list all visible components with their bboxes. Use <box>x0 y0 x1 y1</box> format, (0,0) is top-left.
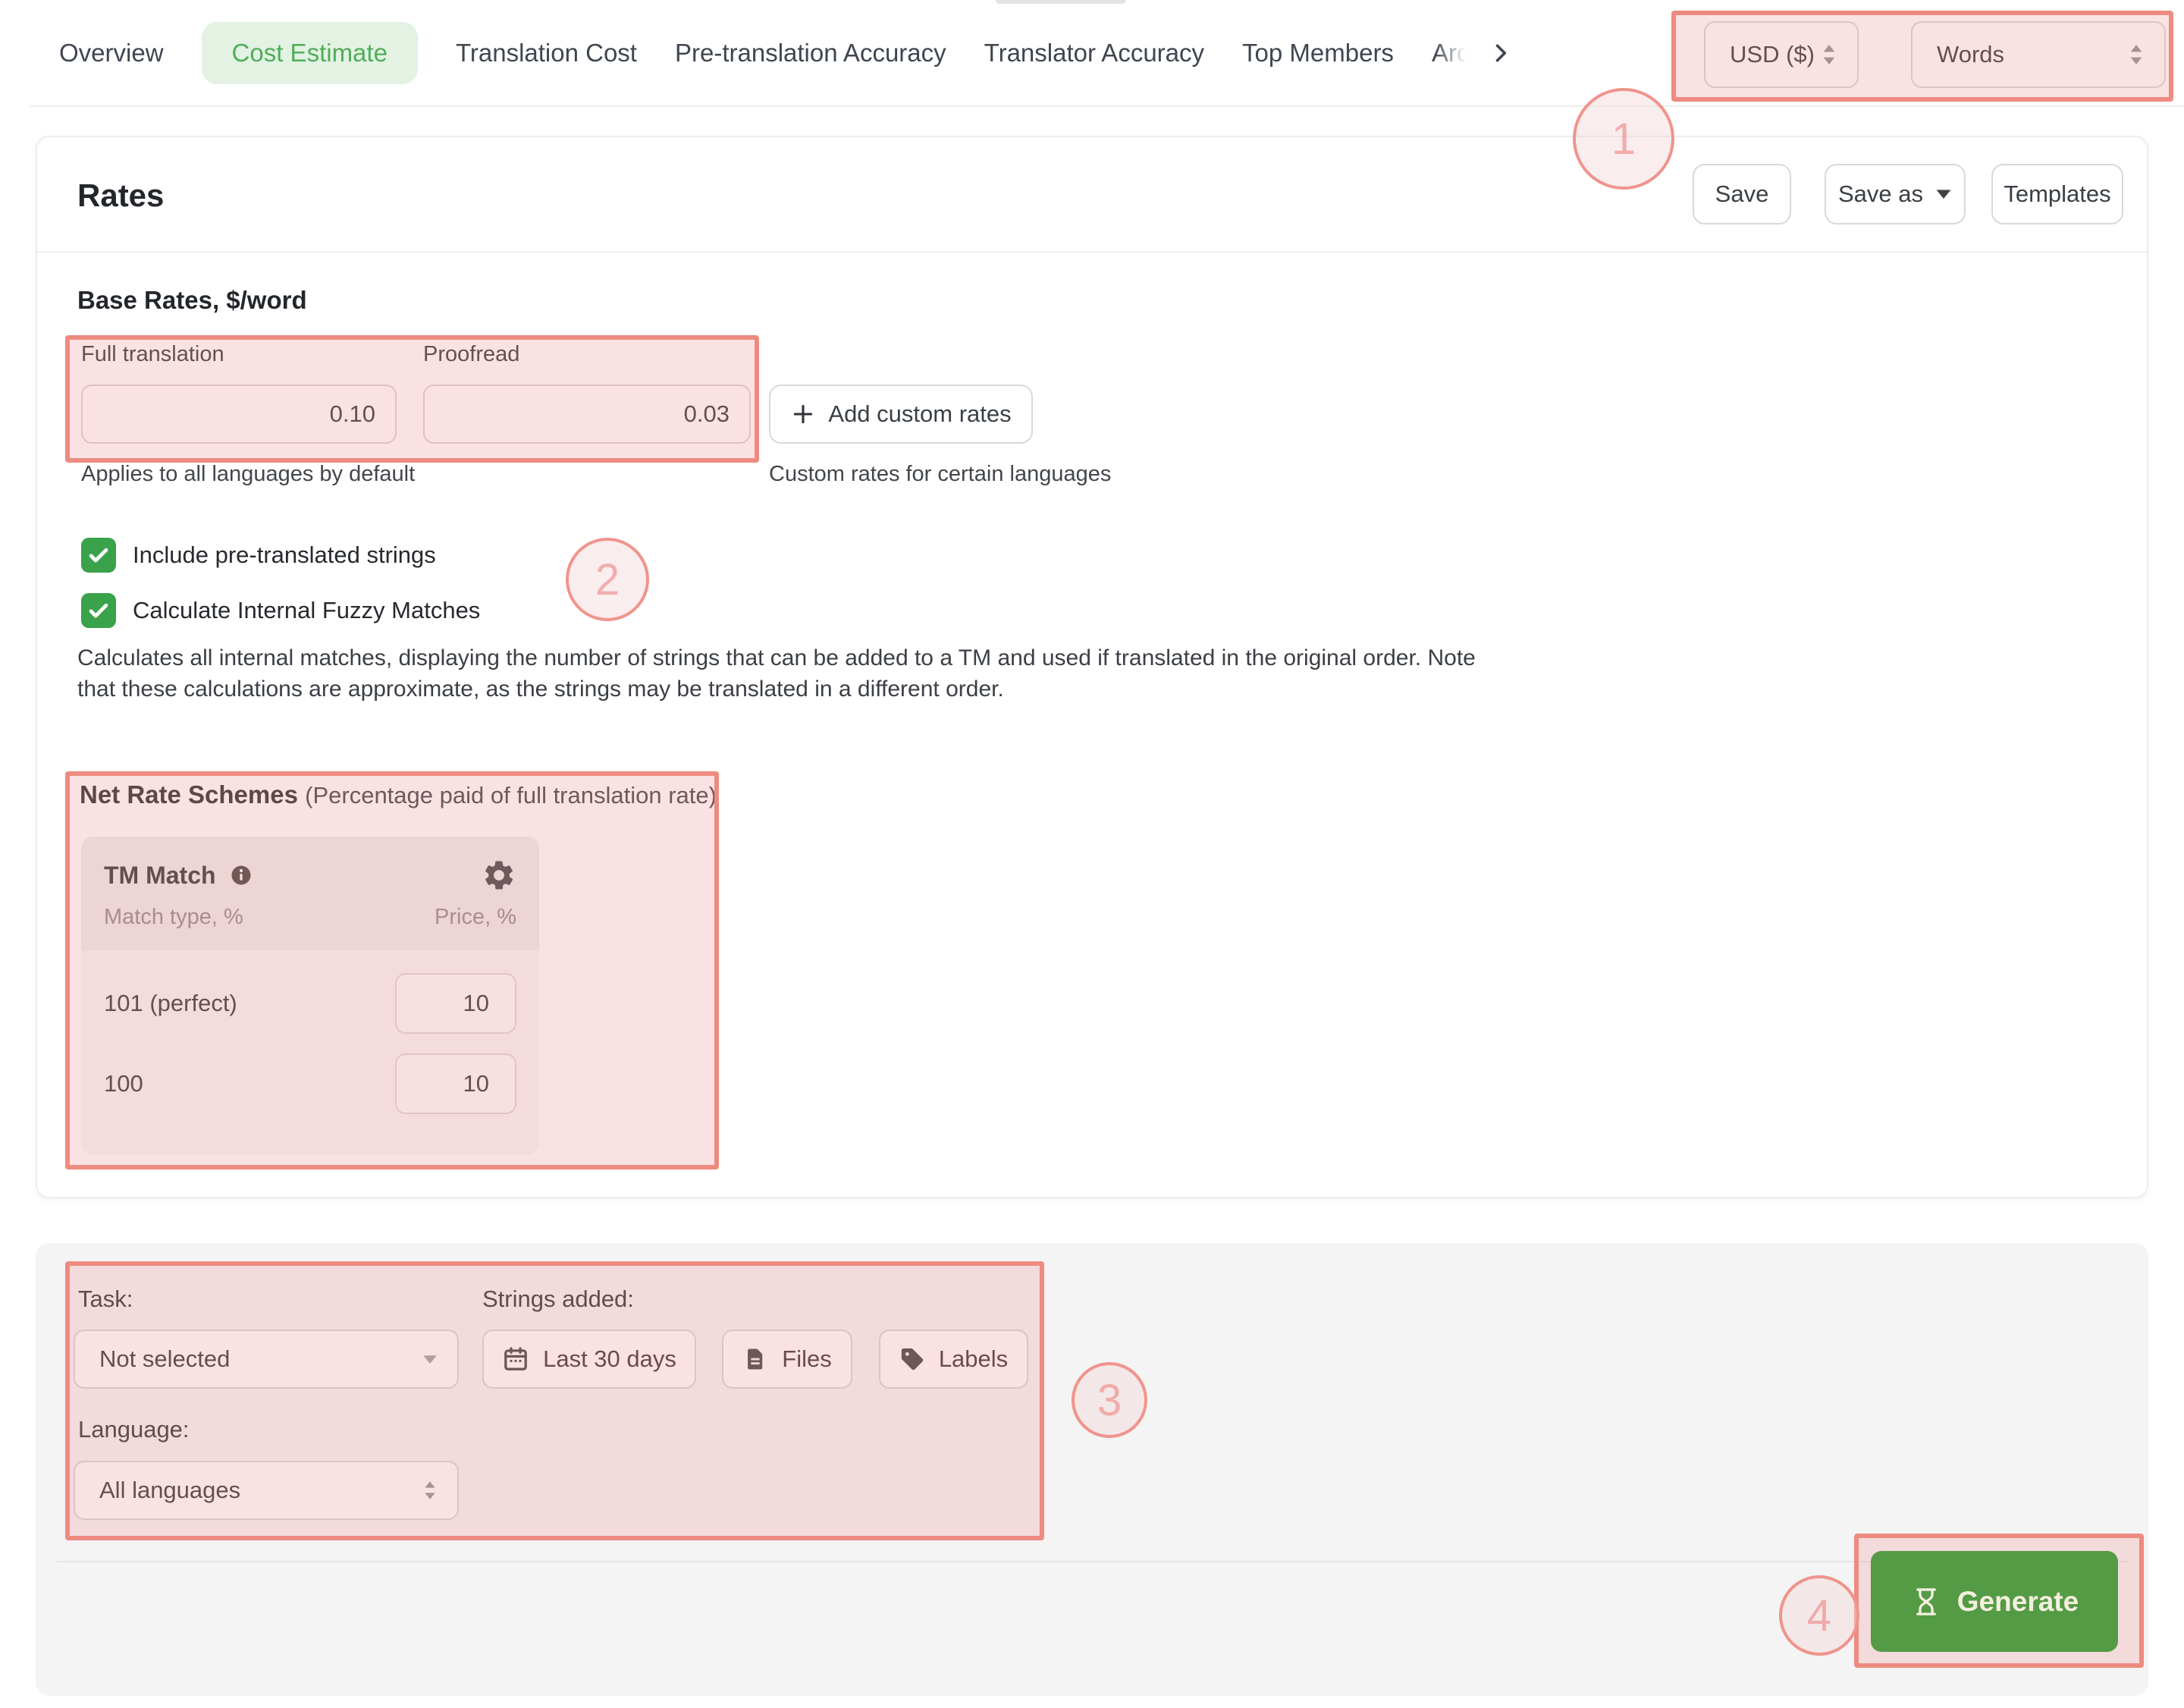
tm-match-title: TM Match <box>104 862 216 890</box>
check-icon <box>86 598 111 623</box>
include-pretranslated-checkbox[interactable] <box>81 538 116 573</box>
labels-filter-button[interactable]: Labels <box>879 1330 1028 1389</box>
chevron-right-icon <box>1487 39 1514 67</box>
check-icon <box>86 542 111 568</box>
tab-translation-cost[interactable]: Translation Cost <box>456 39 637 68</box>
tabbar-divider <box>30 105 2184 107</box>
templates-button[interactable]: Templates <box>1991 164 2123 224</box>
strings-added-label: Strings added: <box>482 1286 634 1313</box>
net-rate-schemes-title: Net Rate Schemes <box>80 780 298 808</box>
save-button[interactable]: Save <box>1693 164 1791 224</box>
tab-overview[interactable]: Overview <box>59 39 164 68</box>
file-icon <box>742 1346 768 1372</box>
report-generator-panel: Task: Not selected Strings added: Last 3… <box>36 1243 2148 1696</box>
internal-fuzzy-checkbox-row: Calculate Internal Fuzzy Matches <box>81 592 480 629</box>
save-button-label: Save <box>1715 181 1769 208</box>
tab-archive-truncated[interactable]: Arc <box>1432 39 1470 68</box>
net-rate-schemes-heading: Net Rate Schemes (Percentage paid of ful… <box>80 780 717 809</box>
date-range-filter-button[interactable]: Last 30 days <box>482 1330 696 1389</box>
gear-icon <box>482 858 516 893</box>
tab-top-members[interactable]: Top Members <box>1242 39 1394 68</box>
tm-match-card: TM Match Match type, % Pr <box>81 837 539 1155</box>
tm-match-info-button[interactable] <box>230 864 253 887</box>
save-as-button[interactable]: Save as <box>1825 164 1966 224</box>
proofread-label: Proofread <box>423 342 519 367</box>
tm-match-row-101: 101 (perfect) <box>81 973 539 1034</box>
page-title: Rates <box>77 177 164 214</box>
full-translation-label: Full translation <box>81 342 224 367</box>
language-label: Language: <box>78 1416 190 1443</box>
tabs-overflow-button[interactable] <box>1487 39 1514 67</box>
tm-match-100-price-input[interactable] <box>395 1053 516 1114</box>
tm-match-rows: 101 (perfect) 100 <box>81 973 539 1114</box>
rates-card: Rates Save Save as Templates Base Rates,… <box>36 136 2148 1198</box>
internal-fuzzy-checkbox[interactable] <box>81 593 116 628</box>
task-label: Task: <box>78 1286 133 1313</box>
generate-button-label: Generate <box>1957 1586 2079 1618</box>
tab-cost-estimate[interactable]: Cost Estimate <box>202 22 418 84</box>
cost-estimate-report-screen: Overview Cost Estimate Translation Cost … <box>0 0 2184 1708</box>
files-filter-label: Files <box>782 1345 831 1373</box>
updown-arrows-icon <box>422 1480 438 1501</box>
task-select-value: Not selected <box>99 1345 230 1373</box>
generate-button[interactable]: Generate <box>1871 1551 2118 1652</box>
include-pretranslated-label: Include pre-translated strings <box>133 542 436 569</box>
caret-down-icon <box>1935 189 1952 199</box>
hourglass-icon <box>1910 1586 1942 1618</box>
panel-divider <box>57 1561 2127 1562</box>
unit-select-value: Words <box>1937 41 2004 68</box>
tm-match-header: TM Match Match type, % Pr <box>81 837 539 950</box>
full-translation-rate-input[interactable] <box>81 385 397 444</box>
files-filter-button[interactable]: Files <box>722 1330 852 1389</box>
tm-col-match-type: Match type, % <box>104 905 243 930</box>
fuzzy-matches-note: Calculates all internal matches, display… <box>77 642 1511 705</box>
task-select[interactable]: Not selected <box>74 1330 459 1389</box>
proofread-rate-input[interactable] <box>423 385 751 444</box>
report-unit-select[interactable]: Words <box>1911 21 2166 88</box>
updown-arrows-icon <box>2128 43 2145 66</box>
base-rates-heading: Base Rates, $/word <box>77 286 307 315</box>
labels-filter-label: Labels <box>939 1345 1008 1373</box>
tm-match-settings-button[interactable] <box>482 858 516 893</box>
tm-match-row-100: 100 <box>81 1053 539 1114</box>
currency-select-value: USD ($) <box>1730 41 1815 68</box>
tm-row-label: 100 <box>104 1070 143 1097</box>
internal-fuzzy-label: Calculate Internal Fuzzy Matches <box>133 597 480 624</box>
date-range-filter-label: Last 30 days <box>543 1345 676 1373</box>
save-as-button-label: Save as <box>1838 181 1923 208</box>
caret-down-icon <box>422 1355 438 1364</box>
net-rate-schemes-subtitle: (Percentage paid of full translation rat… <box>305 782 717 808</box>
currency-select[interactable]: USD ($) <box>1704 21 1859 88</box>
base-rates-hint: Applies to all languages by default <box>81 462 415 487</box>
tab-translator-accuracy[interactable]: Translator Accuracy <box>984 39 1204 68</box>
language-select-value: All languages <box>99 1477 240 1504</box>
plus-icon <box>790 401 816 427</box>
tag-icon <box>899 1346 925 1372</box>
templates-button-label: Templates <box>2004 181 2110 208</box>
info-icon <box>230 864 253 887</box>
tm-col-price: Price, % <box>435 905 516 930</box>
card-header-divider <box>37 251 2147 253</box>
include-pretranslated-checkbox-row: Include pre-translated strings <box>81 537 436 573</box>
language-select[interactable]: All languages <box>74 1461 459 1520</box>
add-custom-rates-label: Add custom rates <box>828 400 1011 428</box>
updown-arrows-icon <box>1821 43 1837 66</box>
custom-rates-hint: Custom rates for certain languages <box>769 462 1111 487</box>
tab-pre-translation-accuracy[interactable]: Pre-translation Accuracy <box>675 39 946 68</box>
calendar-icon <box>502 1345 529 1373</box>
add-custom-rates-button[interactable]: Add custom rates <box>769 385 1033 444</box>
tm-match-101-price-input[interactable] <box>395 973 516 1034</box>
tm-row-label: 101 (perfect) <box>104 990 237 1017</box>
